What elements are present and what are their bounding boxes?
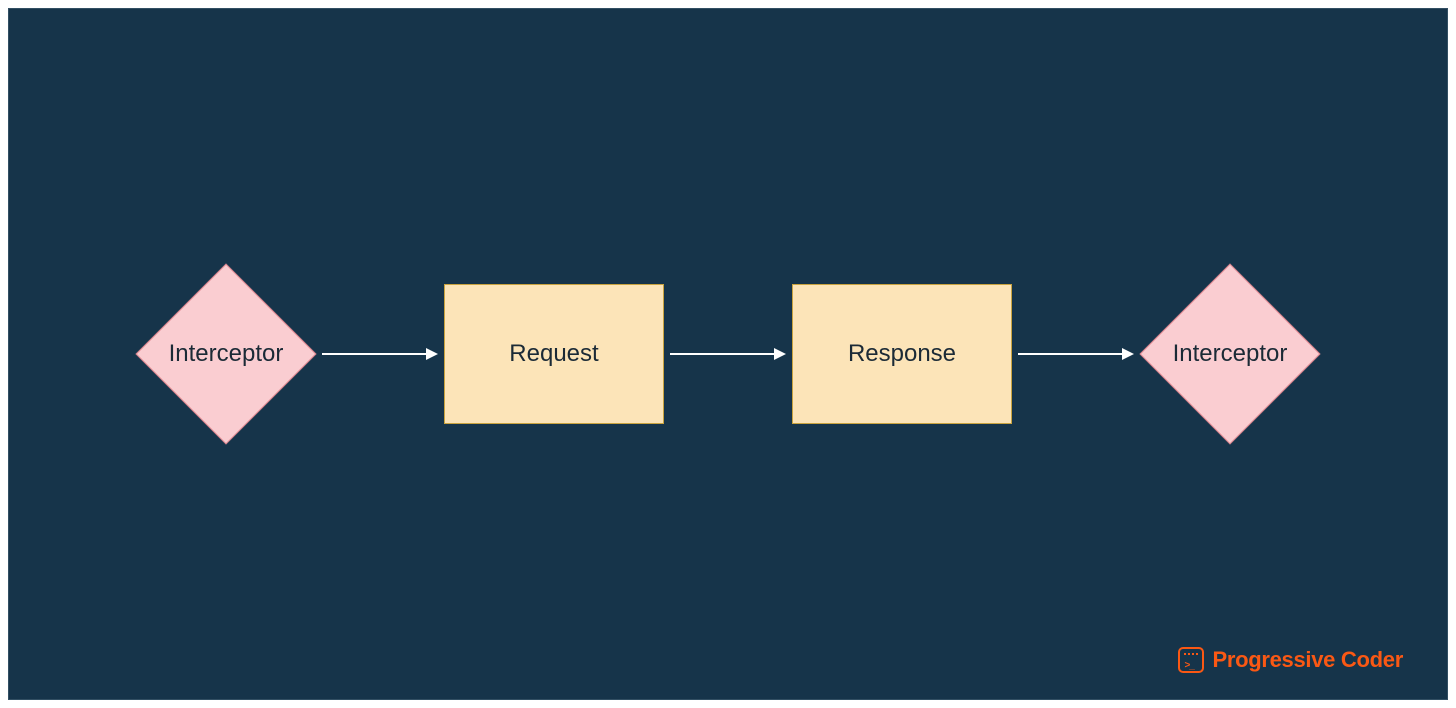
arrow-icon: [1016, 344, 1136, 364]
node-response: Response: [792, 284, 1012, 424]
node-request: Request: [444, 284, 664, 424]
brand-logo: Progressive Coder: [1178, 647, 1403, 673]
arrow-icon: [320, 344, 440, 364]
node-label: Interceptor: [1173, 340, 1288, 368]
node-label: Interceptor: [169, 340, 284, 368]
node-interceptor-right: Interceptor: [1140, 264, 1320, 444]
node-label: Request: [509, 340, 598, 368]
arrow-icon: [668, 344, 788, 364]
brand-name: Progressive Coder: [1212, 647, 1403, 673]
terminal-icon: [1178, 647, 1204, 673]
node-interceptor-left: Interceptor: [136, 264, 316, 444]
node-label: Response: [848, 340, 956, 368]
flow-diagram: Interceptor Request Response: [136, 264, 1320, 444]
diagram-canvas: Interceptor Request Response: [8, 8, 1448, 700]
